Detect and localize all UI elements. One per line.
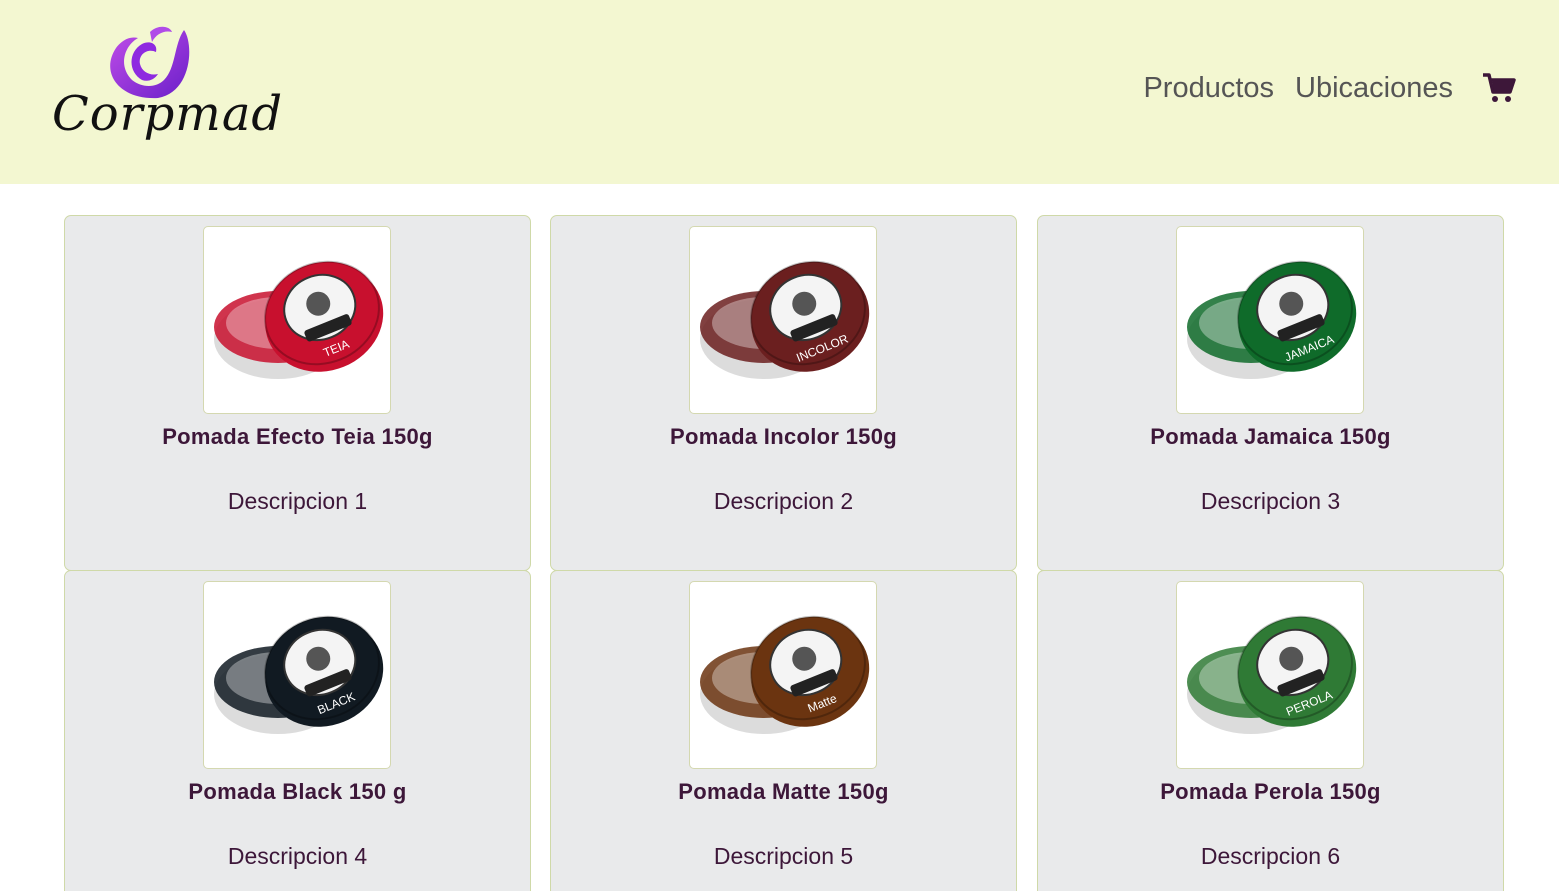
product-title[interactable]: Pomada Efecto Teia 150g bbox=[65, 424, 530, 450]
main-nav: Productos Ubicaciones bbox=[1143, 66, 1517, 110]
product-description: Descripcion 5 bbox=[713, 843, 854, 869]
product-card[interactable]: JAMAICA Pomada Jamaica 150g Descripcion … bbox=[1037, 215, 1504, 571]
pomade-jar-image: BLACK bbox=[214, 615, 384, 734]
shopping-cart-icon[interactable] bbox=[1481, 70, 1517, 106]
brand-name: Corpmad bbox=[52, 86, 284, 142]
product-image[interactable]: Matte bbox=[689, 581, 877, 769]
product-card[interactable]: Matte Pomada Matte 150g Descripcion 5 bbox=[550, 570, 1017, 891]
product-card[interactable]: PEROLA Pomada Perola 150g Descripcion 6 bbox=[1037, 570, 1504, 891]
pomade-jar-image: JAMAICA bbox=[1187, 260, 1357, 379]
pomade-jar-image: INCOLOR bbox=[700, 260, 870, 379]
product-image[interactable]: BLACK bbox=[203, 581, 391, 769]
product-title[interactable]: Pomada Incolor 150g bbox=[551, 424, 1016, 450]
product-image[interactable]: TEIA bbox=[203, 226, 391, 414]
pomade-jar-image: Matte bbox=[700, 615, 870, 734]
product-description: Descripcion 1 bbox=[227, 488, 368, 514]
nav-link-ubicaciones[interactable]: Ubicaciones bbox=[1295, 72, 1453, 105]
product-description: Descripcion 6 bbox=[1200, 843, 1341, 869]
product-image[interactable]: INCOLOR bbox=[689, 226, 877, 414]
product-card[interactable]: BLACK Pomada Black 150 g Descripcion 4 bbox=[64, 570, 531, 891]
product-title[interactable]: Pomada Matte 150g bbox=[551, 779, 1016, 805]
product-card[interactable]: INCOLOR Pomada Incolor 150g Descripcion … bbox=[550, 215, 1017, 571]
site-header: Corpmad Productos Ubicaciones bbox=[0, 0, 1559, 184]
nav-link-productos[interactable]: Productos bbox=[1143, 72, 1274, 105]
product-title[interactable]: Pomada Black 150 g bbox=[65, 779, 530, 805]
product-description: Descripcion 3 bbox=[1200, 488, 1341, 514]
brand-logo[interactable]: Corpmad bbox=[52, 20, 282, 150]
product-card[interactable]: TEIA Pomada Efecto Teia 150g Descripcion… bbox=[64, 215, 531, 571]
product-title[interactable]: Pomada Perola 150g bbox=[1038, 779, 1503, 805]
pomade-jar-image: TEIA bbox=[214, 260, 384, 379]
product-image[interactable]: JAMAICA bbox=[1176, 226, 1364, 414]
product-title[interactable]: Pomada Jamaica 150g bbox=[1038, 424, 1503, 450]
product-image[interactable]: PEROLA bbox=[1176, 581, 1364, 769]
pomade-jar-image: PEROLA bbox=[1187, 615, 1357, 734]
product-description: Descripcion 2 bbox=[713, 488, 854, 514]
product-description: Descripcion 4 bbox=[227, 843, 368, 869]
